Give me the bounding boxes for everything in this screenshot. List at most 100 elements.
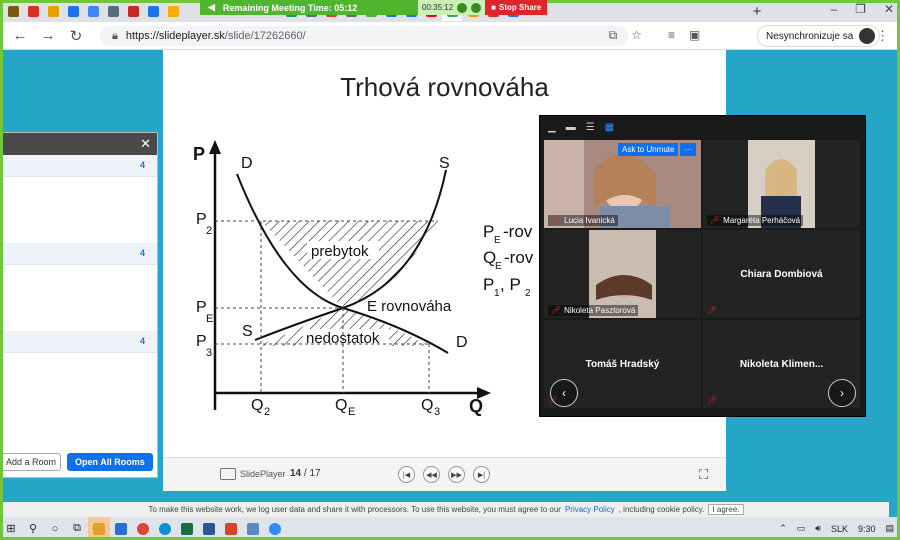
chrome-icon[interactable]	[132, 517, 154, 540]
reload-icon[interactable]: ↻	[62, 27, 90, 45]
edge-icon[interactable]	[154, 517, 176, 540]
browser-tab[interactable]	[124, 3, 142, 19]
strip-view-icon[interactable]: ☰	[586, 122, 595, 133]
word-icon[interactable]	[198, 517, 220, 540]
profile-sync-button[interactable]: Nesynchronizuje sa	[757, 25, 881, 47]
single-view-icon[interactable]: ▬	[566, 122, 576, 133]
lock-icon[interactable]: 🔒︎	[112, 30, 118, 43]
back-icon[interactable]: ←	[6, 27, 34, 44]
tab-favicon-icon	[47, 5, 59, 17]
minimize-icon[interactable]: –	[830, 2, 837, 16]
volume-icon[interactable]: 🔊︎	[815, 523, 821, 534]
playback-controls: |◀ ◀◀ ▶▶ ▶|	[398, 466, 490, 483]
zoom-icon[interactable]	[264, 517, 286, 540]
privacy-policy-link[interactable]: Privacy Policy	[565, 505, 615, 514]
browser-tab[interactable]	[144, 3, 162, 19]
q2-sub: 2	[264, 406, 270, 418]
browser-tab[interactable]	[64, 3, 82, 19]
windows-start-icon[interactable]: ⊞	[0, 517, 22, 540]
meeting-timer-label: Remaining Meeting Time: 05:12	[222, 2, 358, 13]
participant-name: Chiara Dombiová	[740, 268, 823, 280]
slideplayer-controls: SlidePlayer 14 / 17 |◀ ◀◀ ▶▶ ▶| ⛶	[163, 457, 726, 491]
browser-tab[interactable]	[84, 3, 102, 19]
powerpoint-icon[interactable]	[220, 517, 242, 540]
room-row[interactable]: 4	[1, 155, 157, 177]
participant-tile[interactable]: 🎤︎ Margaréta Perháčová	[703, 140, 860, 228]
participant-tile[interactable]: Ask to Unmute ··· 🎤︎ Lucia Ivanická	[544, 140, 701, 228]
grid-view-icon[interactable]: ▦	[605, 122, 614, 133]
translate-icon[interactable]: ⧉	[609, 28, 618, 43]
prev-slide-icon[interactable]: ◀◀	[423, 466, 440, 483]
browser-tab[interactable]	[164, 3, 182, 19]
tab-favicon-icon	[147, 5, 159, 17]
participant-tile[interactable]: Chiara Dombiová 🎤︎	[703, 230, 860, 318]
tab-favicon-icon	[167, 5, 179, 17]
shield-icon[interactable]	[457, 2, 468, 13]
browser-tab[interactable]	[104, 3, 122, 19]
demand-label-low: D	[456, 334, 468, 351]
task-view-icon[interactable]: ⧉	[66, 517, 88, 540]
excel-icon[interactable]	[176, 517, 198, 540]
tab-favicon-icon	[67, 5, 79, 17]
search-icon[interactable]: ⚲	[22, 517, 44, 540]
q-axis-label: Q	[469, 396, 483, 416]
muted-mic-icon: 🎤︎	[551, 306, 562, 315]
close-window-icon[interactable]: ✕	[884, 2, 894, 16]
prebytok-label: prebytok	[311, 243, 369, 260]
file-explorer-icon[interactable]	[88, 517, 110, 540]
new-tab-button[interactable]: +	[748, 3, 766, 20]
forward-icon[interactable]: →	[34, 27, 62, 44]
browser-tab[interactable]	[24, 3, 42, 19]
prev-page-icon[interactable]: ‹	[550, 379, 578, 407]
p2-sub: 2	[206, 225, 212, 237]
fullscreen-icon[interactable]: ⛶	[699, 467, 708, 483]
mail-icon[interactable]	[110, 517, 132, 540]
clock[interactable]: 9:30	[858, 524, 876, 534]
tab-favicon-icon	[27, 5, 39, 17]
demand-label-top: D	[241, 155, 253, 172]
room-row[interactable]: 4	[1, 243, 157, 265]
side-p2-var: , P	[500, 275, 521, 294]
tray-chevron-icon[interactable]: ⌃	[779, 523, 787, 534]
collections-icon[interactable]: ▣	[689, 28, 700, 42]
first-slide-icon[interactable]: |◀	[398, 466, 415, 483]
meeting-share-bar: ◀ Remaining Meeting Time: 05:12 00:35:12…	[200, 0, 548, 15]
p3-sub: 3	[206, 347, 212, 359]
last-slide-icon[interactable]: ▶|	[473, 466, 490, 483]
participant-name-tag: 🎤︎ Nikoleta Pasztorová	[548, 305, 639, 316]
browser-menu-icon[interactable]: ⋮	[876, 28, 889, 44]
participant-name: Nikoleta Pasztorová	[564, 306, 636, 315]
language-indicator[interactable]: SLK	[831, 524, 848, 534]
meeting-indicator-icon: ◀	[208, 2, 215, 12]
minimize-gallery-icon[interactable]: ▁	[548, 122, 556, 133]
maximize-icon[interactable]: ❐	[855, 2, 866, 16]
side-qe-sub: E	[495, 261, 502, 272]
next-page-icon[interactable]: ›	[828, 379, 856, 407]
notepad-icon[interactable]	[242, 517, 264, 540]
more-options-button[interactable]: ···	[680, 143, 697, 156]
side-pe-text: -rov	[503, 222, 533, 241]
room-row[interactable]: 4	[1, 331, 157, 353]
address-bar[interactable]: 🔒︎ https://slideplayer.sk/slide/17262660…	[100, 26, 628, 46]
participant-tile[interactable]: 🎤︎ Nikoleta Pasztorová	[544, 230, 701, 318]
reading-list-icon[interactable]: ≡	[668, 28, 675, 42]
browser-tab[interactable]	[44, 3, 62, 19]
open-all-rooms-button[interactable]: Open All Rooms	[67, 453, 153, 471]
omnibox-actions: ⧉ ☆	[609, 28, 642, 43]
bookmark-star-icon[interactable]: ☆	[631, 28, 642, 43]
taskbar: ⊞ ⚲ ○ ⧉ ⌃ ▭ 🔊︎ SLK 9:30 ▤	[0, 517, 900, 540]
next-slide-icon[interactable]: ▶▶	[448, 466, 465, 483]
stop-share-button[interactable]: ■ Stop Share	[485, 0, 548, 15]
network-icon[interactable]: ▭	[797, 523, 806, 534]
agree-button[interactable]: I agree.	[708, 504, 744, 515]
dollar-icon[interactable]	[471, 2, 482, 13]
cookie-text: To make this website work, we log user d…	[148, 505, 561, 514]
cortana-icon[interactable]: ○	[44, 517, 66, 540]
room-body	[1, 265, 157, 331]
close-icon[interactable]: ✕	[140, 136, 151, 152]
browser-tab[interactable]	[4, 3, 22, 19]
notifications-icon[interactable]: ▤	[885, 523, 894, 534]
add-room-button[interactable]: Add a Room	[1, 453, 62, 471]
meeting-status: 00:35:12	[418, 0, 486, 15]
ask-to-unmute-button[interactable]: Ask to Unmute	[618, 143, 679, 156]
